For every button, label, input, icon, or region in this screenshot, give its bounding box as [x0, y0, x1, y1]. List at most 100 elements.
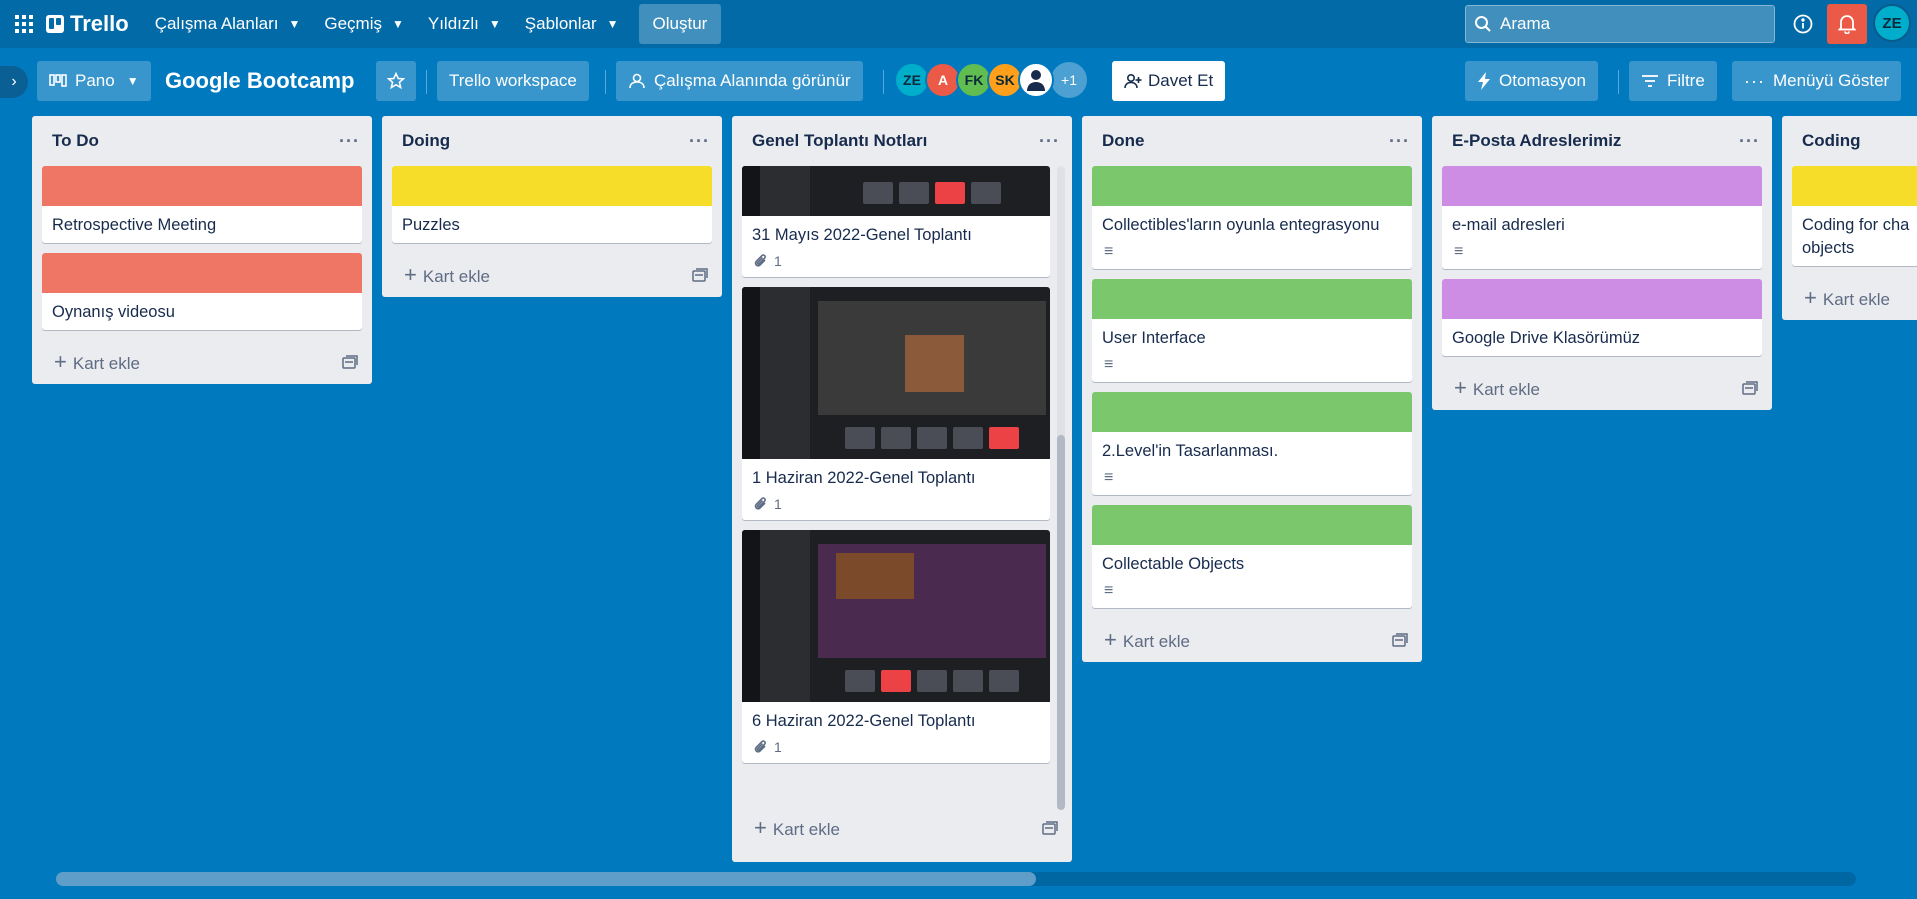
board-scrollbar-thumb[interactable]	[56, 872, 1036, 886]
more-horizontal-icon[interactable]: ···	[339, 131, 360, 152]
workspace-button[interactable]: Trello workspace	[437, 61, 589, 101]
list-title[interactable]: Coding	[1802, 131, 1861, 151]
trello-logo-text: Trello	[70, 11, 129, 36]
app-switcher-icon[interactable]	[8, 8, 40, 40]
attachment-count: 1	[774, 253, 782, 270]
card-cover	[42, 166, 362, 206]
list-title[interactable]: Genel Toplantı Notları	[752, 131, 927, 151]
card[interactable]: 6 Haziran 2022-Genel Toplantı 1	[742, 530, 1050, 764]
notifications-button[interactable]	[1827, 4, 1867, 44]
create-button[interactable]: Oluştur	[638, 4, 722, 44]
card[interactable]: 1 Haziran 2022-Genel Toplantı 1	[742, 287, 1050, 521]
add-card-button[interactable]: + Kart ekle	[1432, 366, 1772, 410]
board-title[interactable]: Google Bootcamp	[165, 68, 354, 94]
list-header[interactable]: Coding	[1782, 116, 1917, 166]
card[interactable]: Collectibles'ların oyunla entegrasyonu ≡	[1092, 166, 1412, 270]
list-header[interactable]: Genel Toplantı Notları ···	[732, 116, 1072, 166]
card[interactable]: Oynanış videosu	[42, 253, 362, 331]
more-horizontal-icon[interactable]: ···	[1039, 131, 1060, 152]
search-input[interactable]: Arama	[1465, 5, 1775, 43]
template-icon[interactable]	[692, 268, 708, 282]
template-icon[interactable]	[1742, 381, 1758, 395]
invite-button[interactable]: Davet Et	[1112, 61, 1226, 101]
menu-recent[interactable]: Geçmiş ▼	[312, 8, 416, 40]
user-avatar[interactable]: ZE	[1873, 4, 1911, 42]
card[interactable]: Collectable Objects ≡	[1092, 505, 1412, 609]
list-header[interactable]: E-Posta Adreslerimiz ···	[1432, 116, 1772, 166]
menu-workspaces[interactable]: Çalışma Alanları ▼	[143, 8, 313, 40]
image-region	[836, 553, 914, 599]
add-card-button[interactable]: + Kart ekle	[1782, 276, 1917, 320]
add-card-button[interactable]: + Kart ekle	[382, 253, 722, 297]
card[interactable]: Puzzles	[392, 166, 712, 244]
menu-templates-label: Şablonlar	[524, 14, 597, 33]
card-title: 31 Mayıs 2022-Genel Toplantı	[752, 226, 972, 244]
add-card-button[interactable]: + Kart ekle	[32, 340, 372, 384]
card-cover	[1092, 279, 1412, 320]
template-icon[interactable]	[342, 355, 358, 369]
paperclip-icon	[754, 497, 766, 510]
more-horizontal-icon[interactable]: ···	[1389, 131, 1410, 152]
card-cover-image	[742, 287, 1050, 460]
board-view-label: Pano	[75, 71, 115, 90]
plus-icon: +	[54, 349, 67, 375]
more-horizontal-icon[interactable]: ···	[689, 131, 710, 152]
more-horizontal-icon[interactable]: ···	[1739, 131, 1760, 152]
list-title[interactable]: To Do	[52, 131, 99, 151]
automation-button[interactable]: Otomasyon	[1465, 61, 1598, 101]
member-avatar[interactable]	[1018, 62, 1054, 98]
show-menu-button[interactable]: ··· Menüyü Göster	[1732, 61, 1902, 101]
chevron-down-icon: ▼	[126, 74, 139, 88]
trello-logo[interactable]: Trello	[46, 11, 129, 37]
card-list: 31 Mayıs 2022-Genel Toplantı 1 1 Haziran…	[732, 166, 1072, 806]
add-person-icon	[1124, 73, 1142, 89]
more-members-button[interactable]: +1	[1051, 62, 1087, 98]
list-header[interactable]: Doing ···	[382, 116, 722, 166]
image-region	[904, 335, 964, 393]
add-card-button[interactable]: + Kart ekle	[732, 806, 1072, 850]
add-card-button[interactable]: + Kart ekle	[1082, 618, 1422, 662]
template-icon[interactable]	[1392, 633, 1408, 648]
info-button[interactable]	[1787, 8, 1819, 40]
add-card-row: + Kart ekle	[1104, 627, 1190, 653]
sidebar-expand-button[interactable]: ›	[0, 66, 28, 98]
attachment-badge: 1	[742, 739, 1050, 763]
template-icon[interactable]	[1042, 821, 1058, 835]
card[interactable]: Retrospective Meeting	[42, 166, 362, 244]
add-card-row: + Kart ekle	[1804, 285, 1890, 311]
menu-templates[interactable]: Şablonlar ▼	[513, 8, 631, 40]
card-cover	[1442, 166, 1762, 206]
chevron-down-icon: ▼	[488, 17, 501, 31]
image-region	[742, 530, 760, 703]
image-region	[760, 287, 810, 460]
card-title: Coding for cha objects	[1802, 216, 1910, 258]
person-icon	[1027, 70, 1045, 91]
trello-logo-icon	[46, 15, 64, 33]
card[interactable]: e-mail adresleri ≡	[1442, 166, 1762, 270]
list-doing: Doing ··· Puzzles + Kart ekle	[382, 116, 722, 298]
plus-icon: +	[754, 815, 767, 840]
visibility-button[interactable]: Çalışma Alanında görünür	[616, 61, 863, 101]
board-view-switcher[interactable]: Pano ▼	[37, 61, 151, 101]
list-title[interactable]: Doing	[402, 131, 450, 151]
list-header[interactable]: To Do ···	[32, 116, 372, 166]
card-cover	[1792, 166, 1917, 206]
add-card-label: Kart ekle	[72, 354, 140, 374]
card[interactable]: 31 Mayıs 2022-Genel Toplantı 1	[742, 166, 1050, 278]
search-placeholder: Arama	[1500, 14, 1551, 33]
list-scrollbar-thumb[interactable]	[1057, 435, 1065, 810]
menu-starred[interactable]: Yıldızlı ▼	[416, 8, 513, 40]
list-e-posta-adreslerimiz: E-Posta Adreslerimiz ··· e-mail adresler…	[1432, 116, 1772, 411]
list-genel-toplanti-notlari: Genel Toplantı Notları ··· 31 Mayıs 2022…	[732, 116, 1072, 862]
image-region	[818, 670, 1046, 693]
card[interactable]: 2.Level'in Tasarlanması. ≡	[1092, 392, 1412, 496]
list-title[interactable]: Done	[1102, 131, 1145, 151]
list-title[interactable]: E-Posta Adreslerimiz	[1452, 131, 1621, 151]
card[interactable]: User Interface ≡	[1092, 279, 1412, 383]
list-header[interactable]: Done ···	[1082, 116, 1422, 166]
star-board-button[interactable]	[376, 61, 416, 101]
filter-button[interactable]: Filtre	[1629, 61, 1717, 101]
card[interactable]: Coding for cha objects	[1792, 166, 1917, 267]
card[interactable]: Google Drive Klasörümüz	[1442, 279, 1762, 357]
image-region	[818, 182, 1046, 204]
